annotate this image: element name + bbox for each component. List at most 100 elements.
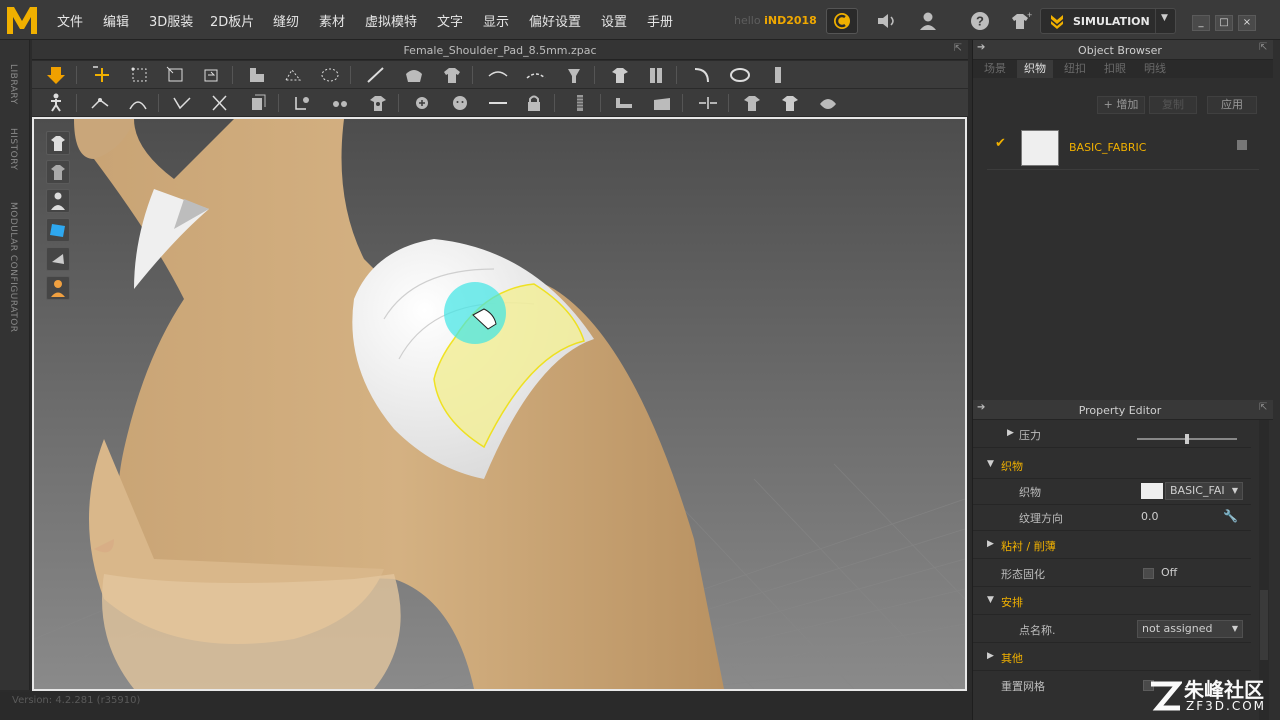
garment-fit-icon[interactable] bbox=[402, 64, 426, 86]
fabric-list-item[interactable]: ✔ BASIC_FABRIC bbox=[987, 124, 1259, 170]
select-mesh-brush-icon[interactable] bbox=[282, 64, 306, 86]
edit-point-icon[interactable] bbox=[88, 92, 112, 114]
pressure-slider-handle[interactable] bbox=[1185, 434, 1189, 444]
scissors-icon[interactable] bbox=[208, 92, 232, 114]
menu-display[interactable]: 显示 bbox=[483, 11, 509, 30]
app-logo[interactable] bbox=[4, 3, 40, 37]
menu-3d-garment[interactable]: 3D服装 bbox=[149, 11, 193, 30]
select-mesh-lasso-icon[interactable] bbox=[318, 64, 342, 86]
collapse-arrow-icon[interactable]: ▼ bbox=[987, 459, 994, 469]
minimize-button[interactable]: _ bbox=[1192, 15, 1210, 31]
tab-modular-configurator[interactable]: MODULAR CONFIGURATOR bbox=[8, 202, 18, 333]
menu-preferences[interactable]: 偏好设置 bbox=[529, 11, 581, 30]
select-move-icon[interactable] bbox=[90, 64, 114, 86]
fold-arrangement-icon[interactable] bbox=[200, 64, 224, 86]
garment-layer-icon[interactable] bbox=[246, 92, 270, 114]
avatar-arrange-icon[interactable] bbox=[608, 64, 632, 86]
add-point-icon[interactable] bbox=[410, 92, 434, 114]
cut-pattern-icon[interactable] bbox=[170, 92, 194, 114]
strengthen-icon[interactable] bbox=[696, 92, 720, 114]
tab-fabric[interactable]: 织物 bbox=[1017, 60, 1053, 78]
lock-icon[interactable] bbox=[522, 92, 546, 114]
grain-value[interactable]: 0.0 bbox=[1141, 510, 1159, 523]
menu-manual[interactable]: 手册 bbox=[647, 11, 673, 30]
arrange-section-row[interactable]: ▼ 安排 bbox=[973, 587, 1251, 615]
ruler-icon[interactable] bbox=[766, 64, 790, 86]
tab-button[interactable]: 纽扣 bbox=[1057, 60, 1093, 78]
fabric-bundle-icon[interactable] bbox=[816, 92, 840, 114]
line-tool-icon[interactable] bbox=[364, 64, 388, 86]
tape-measure-icon[interactable] bbox=[728, 64, 752, 86]
menu-settings[interactable]: 设置 bbox=[601, 11, 627, 30]
button-tool-icon[interactable] bbox=[290, 92, 314, 114]
avatar-pose-icon[interactable] bbox=[44, 92, 68, 114]
shirt-transparent-icon[interactable] bbox=[46, 160, 70, 184]
edit-curve-icon[interactable] bbox=[126, 92, 150, 114]
shirt-fit-icon[interactable] bbox=[440, 64, 464, 86]
fabric-section-row[interactable]: ▼ 织物 bbox=[973, 451, 1251, 479]
simulation-button[interactable]: SIMULATION ▼ bbox=[1040, 8, 1176, 34]
maximize-button[interactable]: □ bbox=[1215, 15, 1233, 31]
help-icon[interactable]: ? bbox=[968, 10, 992, 32]
speaker-icon[interactable] bbox=[874, 10, 898, 32]
3d-viewport[interactable] bbox=[32, 117, 967, 691]
other-section-row[interactable]: ▶ 其他 bbox=[973, 643, 1251, 671]
fabric-select[interactable]: BASIC_FAI ▼ bbox=[1165, 482, 1243, 500]
menu-text[interactable]: 文字 bbox=[437, 11, 463, 30]
menu-file[interactable]: 文件 bbox=[57, 11, 83, 30]
menu-avatar[interactable]: 虚拟模特 bbox=[365, 11, 417, 30]
tab-library[interactable]: LIBRARY bbox=[8, 64, 18, 105]
measure-icon[interactable] bbox=[690, 64, 714, 86]
select-mesh-icon[interactable] bbox=[246, 64, 270, 86]
close-button[interactable]: × bbox=[1238, 15, 1256, 31]
interlining-section-row[interactable]: ▶ 粘衬 / 削薄 bbox=[973, 531, 1251, 559]
copy-button[interactable]: 复制 bbox=[1149, 96, 1197, 114]
garment-plus-icon[interactable]: + bbox=[1008, 10, 1032, 32]
menu-2d-pattern[interactable]: 2D板片 bbox=[210, 11, 254, 30]
scrollbar-thumb[interactable] bbox=[1260, 590, 1268, 660]
simulation-arrow-icon[interactable] bbox=[44, 64, 68, 86]
tab-scene[interactable]: 场景 bbox=[977, 60, 1013, 78]
expand-arrow-icon[interactable]: ▶ bbox=[1007, 428, 1014, 438]
cloud-button[interactable] bbox=[826, 8, 858, 34]
fabric-view-icon[interactable] bbox=[46, 218, 70, 242]
pin-garment-icon[interactable] bbox=[644, 64, 668, 86]
expand-view-icon[interactable]: ⇱ bbox=[954, 43, 962, 54]
collapse-arrow-icon[interactable]: ▼ bbox=[987, 595, 994, 605]
menu-materials[interactable]: 素材 bbox=[319, 11, 345, 30]
expand-arrow-icon[interactable]: ▶ bbox=[987, 539, 994, 549]
add-button[interactable]: + 增加 bbox=[1097, 96, 1145, 114]
transform-pattern-icon[interactable] bbox=[164, 64, 188, 86]
wrench-icon[interactable]: 🔧 bbox=[1223, 509, 1238, 523]
solidify-checkbox[interactable] bbox=[1143, 568, 1154, 579]
tab-history[interactable]: HISTORY bbox=[8, 128, 18, 170]
face-icon[interactable] bbox=[448, 92, 472, 114]
fold-down-icon[interactable] bbox=[612, 92, 636, 114]
shirt-view-icon[interactable] bbox=[46, 131, 70, 155]
avatar-view-icon[interactable] bbox=[46, 189, 70, 213]
transform-box-icon[interactable] bbox=[128, 64, 152, 86]
horizontal-line-icon[interactable] bbox=[486, 92, 510, 114]
apply-button[interactable]: 应用 bbox=[1207, 96, 1257, 114]
fabric-menu-icon[interactable] bbox=[1237, 140, 1247, 150]
avatar-skin-icon[interactable] bbox=[46, 276, 70, 300]
expand-panel-icon[interactable]: ⇱ bbox=[1259, 402, 1267, 413]
tab-topstitch[interactable]: 明线 bbox=[1137, 60, 1173, 78]
shirt-double-icon[interactable] bbox=[778, 92, 802, 114]
surface-view-icon[interactable] bbox=[46, 247, 70, 271]
menu-sewing[interactable]: 缝纫 bbox=[273, 11, 299, 30]
buttonhole-icon[interactable] bbox=[328, 92, 352, 114]
shirt-single-icon[interactable] bbox=[740, 92, 764, 114]
tack-icon[interactable] bbox=[562, 64, 586, 86]
flatten-icon[interactable] bbox=[650, 92, 674, 114]
menu-edit[interactable]: 编辑 bbox=[103, 11, 129, 30]
expand-panel-icon[interactable]: ⇱ bbox=[1259, 42, 1267, 53]
trim-icon[interactable] bbox=[366, 92, 390, 114]
sewing-segment-icon[interactable] bbox=[524, 64, 548, 86]
user-icon[interactable] bbox=[916, 10, 940, 32]
point-name-select[interactable]: not assigned ▼ bbox=[1137, 620, 1243, 638]
tab-buttonhole[interactable]: 扣眼 bbox=[1097, 60, 1133, 78]
sewing-line-icon[interactable] bbox=[486, 64, 510, 86]
zipper-icon[interactable] bbox=[568, 92, 592, 114]
chevron-down-icon[interactable]: ▼ bbox=[1161, 13, 1168, 23]
